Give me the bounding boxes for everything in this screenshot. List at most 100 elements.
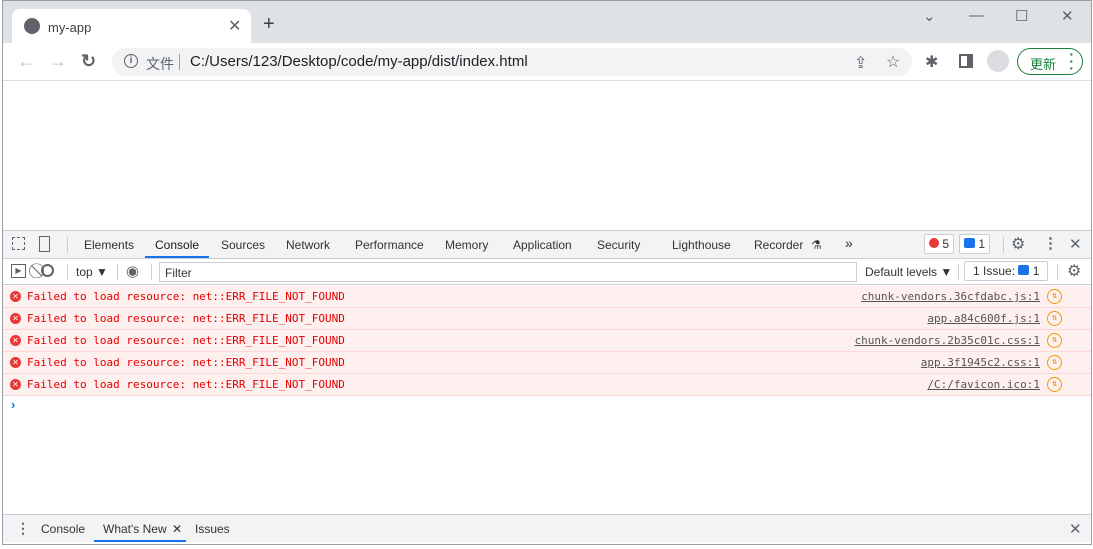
divider	[117, 264, 118, 280]
tab-search-icon[interactable]: ⌄	[923, 7, 936, 25]
divider	[67, 237, 68, 253]
tab-title: my-app	[48, 20, 92, 35]
tab-application[interactable]: Application	[513, 238, 572, 252]
drawer-tab-console[interactable]: Console	[41, 522, 85, 536]
error-icon	[929, 238, 939, 248]
close-tab-icon[interactable]: ✕	[228, 16, 241, 36]
tab-console[interactable]: Console	[155, 238, 199, 252]
inspect-icon[interactable]	[12, 237, 25, 250]
update-button[interactable]: 更新 · · ·	[1017, 47, 1083, 75]
divider	[179, 54, 180, 70]
new-tab-button[interactable]: +	[263, 13, 275, 36]
drawer-tab-whats-new[interactable]: What's New	[103, 522, 167, 536]
console-settings-icon[interactable]: ⚙	[1067, 261, 1081, 281]
console-error-row: ✕ Failed to load resource: net::ERR_FILE…	[3, 286, 1091, 308]
message-count: 1	[978, 237, 986, 251]
active-tab-indicator	[145, 256, 209, 258]
issues-label: 1 Issue:	[973, 264, 1016, 278]
address-bar[interactable]: i 文件 C:/Users/123/Desktop/code/my-app/di…	[112, 48, 912, 76]
devtools-tabbar: Elements Console Sources Network Perform…	[3, 231, 1091, 259]
sidebar-toggle-icon[interactable]: ▶	[11, 264, 26, 278]
error-count: 5	[942, 237, 950, 251]
message-count-badge[interactable]: 1	[959, 234, 991, 254]
close-drawer-icon[interactable]: ✕	[1069, 520, 1082, 538]
divider	[1003, 237, 1004, 253]
browser-toolbar: ← → ↻ i 文件 C:/Users/123/Desktop/code/my-…	[3, 43, 1091, 81]
flask-icon: ⚗	[811, 238, 822, 252]
error-message: Failed to load resource: net::ERR_FILE_N…	[27, 290, 345, 303]
source-link[interactable]: chunk-vendors.36cfdabc.js:1	[861, 290, 1040, 303]
error-icon: ✕	[10, 335, 21, 346]
tab-network[interactable]: Network	[286, 238, 330, 252]
profile-avatar[interactable]	[987, 50, 1009, 72]
context-value: top	[76, 265, 93, 279]
maximize-button[interactable]: ☐	[1015, 7, 1028, 25]
console-error-row: ✕ Failed to load resource: net::ERR_FILE…	[3, 308, 1091, 330]
minimize-button[interactable]: —	[969, 7, 984, 24]
forward-button[interactable]: →	[49, 51, 67, 72]
network-request-icon[interactable]: ⇅	[1047, 355, 1062, 370]
network-request-icon[interactable]: ⇅	[1047, 311, 1062, 326]
console-error-row: ✕ Failed to load resource: net::ERR_FILE…	[3, 330, 1091, 352]
globe-icon	[24, 18, 40, 34]
drawer-tabbar: ⋮ Console What's New ✕ Issues ✕	[3, 514, 1091, 542]
network-request-icon[interactable]: ⇅	[1047, 333, 1062, 348]
divider	[958, 264, 959, 280]
tab-lighthouse[interactable]: Lighthouse	[672, 238, 731, 252]
drawer-menu-icon[interactable]: ⋮	[16, 520, 30, 537]
drawer-tab-issues[interactable]: Issues	[195, 522, 230, 536]
error-count-badge[interactable]: 5	[924, 234, 955, 254]
source-link[interactable]: chunk-vendors.2b35c01c.css:1	[855, 334, 1040, 347]
active-tab-indicator	[94, 540, 186, 542]
divider	[151, 264, 152, 280]
context-selector[interactable]: top ▼	[76, 265, 108, 279]
source-link[interactable]: /C:/favicon.ico:1	[927, 378, 1040, 391]
divider	[1057, 264, 1058, 280]
url-text[interactable]: C:/Users/123/Desktop/code/my-app/dist/in…	[190, 53, 528, 70]
settings-icon[interactable]: ⚙	[1011, 234, 1025, 254]
tab-security[interactable]: Security	[597, 238, 640, 252]
info-icon[interactable]: i	[124, 54, 138, 68]
close-window-button[interactable]: ✕	[1061, 7, 1074, 25]
tab-sources[interactable]: Sources	[221, 238, 265, 252]
network-request-icon[interactable]: ⇅	[1047, 289, 1062, 304]
eye-icon[interactable]: ◉	[126, 262, 139, 280]
divider	[67, 264, 68, 280]
more-tabs-button[interactable]: »	[845, 235, 853, 251]
update-label: 更新	[1030, 57, 1057, 72]
console-prompt[interactable]: ›	[11, 397, 15, 412]
message-icon	[964, 238, 975, 248]
source-link[interactable]: app.3f1945c2.css:1	[921, 356, 1040, 369]
device-toolbar-icon[interactable]	[39, 236, 50, 252]
console-toolbar: ▶ ⃠ top ▼ ◉ Filter Default levels ▼ 1 Is…	[3, 259, 1091, 285]
error-icon: ✕	[10, 291, 21, 302]
tab-recorder[interactable]: Recorder	[754, 238, 803, 252]
browser-tab[interactable]: my-app ✕	[12, 9, 251, 43]
close-whats-new-icon[interactable]: ✕	[172, 522, 182, 536]
log-levels-dropdown[interactable]: Default levels ▼	[865, 265, 952, 279]
close-devtools-icon[interactable]: ✕	[1069, 235, 1082, 253]
source-link[interactable]: app.a84c600f.js:1	[927, 312, 1040, 325]
star-icon[interactable]: ☆	[886, 52, 900, 72]
side-panel-icon[interactable]	[959, 54, 973, 68]
filter-input[interactable]: Filter	[159, 262, 857, 282]
tab-elements[interactable]: Elements	[84, 238, 134, 252]
reload-button[interactable]: ↻	[81, 51, 96, 72]
error-message: Failed to load resource: net::ERR_FILE_N…	[27, 334, 345, 347]
share-icon[interactable]: ⇪	[854, 53, 867, 73]
browser-window: my-app ✕ + ⌄ — ☐ ✕ ← → ↻ i 文件 C:/Users/1…	[2, 0, 1092, 545]
error-message: Failed to load resource: net::ERR_FILE_N…	[27, 312, 345, 325]
message-icon	[1018, 265, 1030, 275]
clear-console-icon[interactable]	[41, 264, 54, 277]
network-request-icon[interactable]: ⇅	[1047, 377, 1062, 392]
issues-button[interactable]: 1 Issue: 1	[964, 261, 1048, 281]
more-options-icon[interactable]: ⋮	[1043, 234, 1058, 252]
error-icon: ✕	[10, 357, 21, 368]
tab-performance[interactable]: Performance	[355, 238, 424, 252]
tab-memory[interactable]: Memory	[445, 238, 488, 252]
extensions-icon[interactable]: ✱	[925, 52, 938, 72]
back-button[interactable]: ←	[17, 51, 35, 72]
menu-icon[interactable]: · · ·	[1069, 47, 1074, 75]
console-error-row: ✕ Failed to load resource: net::ERR_FILE…	[3, 352, 1091, 374]
error-icon: ✕	[10, 313, 21, 324]
